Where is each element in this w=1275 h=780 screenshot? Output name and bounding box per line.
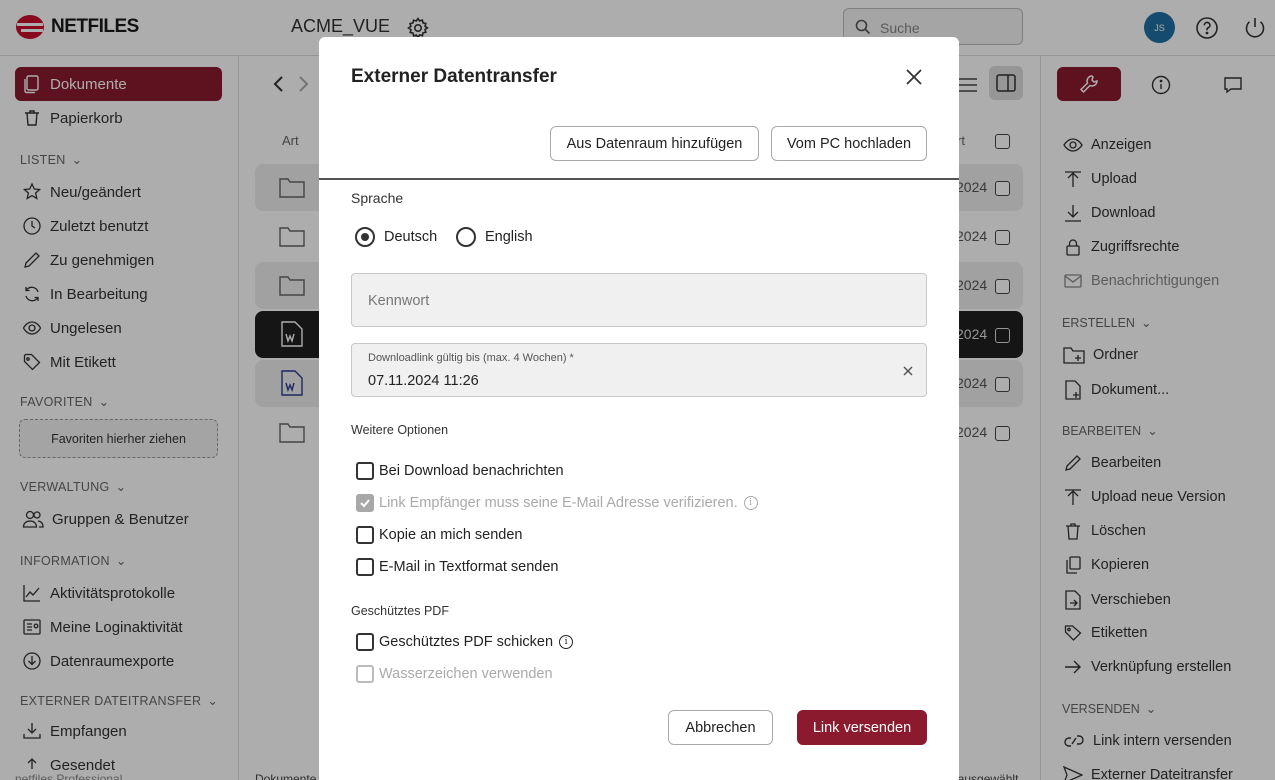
radio-deutsch[interactable]	[355, 227, 375, 247]
protected-pdf-section-label: Geschütztes PDF	[351, 604, 449, 618]
expiry-field-value: 07.11.2024 11:26	[368, 373, 479, 389]
watermark-label: Wasserzeichen verwenden	[379, 666, 553, 682]
option-text: Wasserzeichen verwenden	[379, 666, 553, 682]
cancel-button[interactable]: Abbrechen	[668, 710, 773, 745]
protected-pdf-label[interactable]: Geschütztes PDF schicken i	[379, 634, 574, 650]
option-text: Link Empfänger muss seine E-Mail Adresse…	[379, 495, 738, 511]
radio-deutsch-label[interactable]: Deutsch	[384, 229, 437, 245]
protected-pdf-checkbox[interactable]	[356, 633, 374, 651]
external-transfer-dialog: Externer Datentransfer Aus Datenraum hin…	[319, 37, 959, 780]
clear-icon[interactable]	[903, 366, 913, 376]
password-field[interactable]: Kennwort	[351, 273, 927, 327]
more-options-label: Weitere Optionen	[351, 423, 449, 437]
password-placeholder: Kennwort	[368, 293, 430, 309]
language-label: Sprache	[351, 190, 404, 206]
text-format-mail-checkbox[interactable]	[356, 558, 374, 576]
copy-to-me-checkbox[interactable]	[356, 526, 374, 544]
verify-email-label: Link Empfänger muss seine E-Mail Adresse…	[379, 495, 758, 511]
copy-to-me-label[interactable]: Kopie an mich senden	[379, 527, 523, 543]
dialog-title: Externer Datentransfer	[351, 66, 557, 87]
dialog-divider	[319, 178, 959, 180]
text-format-mail-label[interactable]: E-Mail in Textformat senden	[379, 559, 558, 575]
verify-email-checkbox	[356, 494, 374, 512]
option-text: Kopie an mich senden	[379, 527, 523, 543]
watermark-checkbox	[356, 665, 374, 683]
upload-from-pc-button[interactable]: Vom PC hochladen	[771, 126, 927, 161]
close-icon[interactable]	[905, 68, 923, 86]
notify-on-download-label[interactable]: Bei Download benachrichten	[379, 463, 564, 479]
option-text: E-Mail in Textformat senden	[379, 559, 559, 575]
expiry-date-field[interactable]: Downloadlink gültig bis (max. 4 Wochen) …	[351, 343, 927, 397]
option-text: Bei Download benachrichten	[379, 463, 564, 479]
radio-english[interactable]	[456, 227, 476, 247]
notify-on-download-checkbox[interactable]	[356, 462, 374, 480]
info-icon[interactable]: i	[743, 496, 758, 510]
check-icon	[360, 499, 370, 508]
radio-english-label[interactable]: English	[485, 229, 533, 245]
send-link-button[interactable]: Link versenden	[797, 710, 927, 745]
option-text: Geschütztes PDF schicken	[379, 634, 554, 650]
expiry-field-label: Downloadlink gültig bis (max. 4 Wochen) …	[368, 352, 574, 364]
add-from-dataroom-button[interactable]: Aus Datenraum hinzufügen	[550, 126, 759, 161]
info-icon[interactable]: i	[559, 635, 574, 649]
